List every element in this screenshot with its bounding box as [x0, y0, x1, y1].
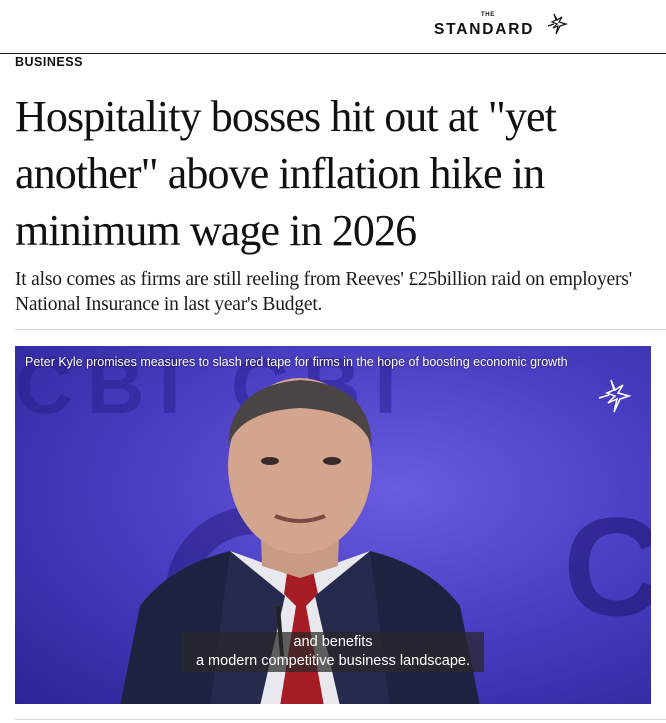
video-captions: and benefits a modern competitive busine… [182, 632, 484, 672]
article-standfirst: It also comes as firms are still reeling… [15, 269, 632, 315]
bottom-divider [15, 719, 666, 720]
video-background-letter: C [563, 488, 651, 645]
section-label[interactable]: BUSINESS [15, 55, 83, 69]
caption-line-1: and benefits [293, 634, 373, 650]
eros-logo-icon [547, 13, 568, 35]
caption-line-2: a modern competitive business landscape. [195, 653, 471, 669]
eros-watermark-icon [598, 379, 632, 413]
masthead: THE STANDARD [0, 0, 666, 54]
logo-the-text: THE [481, 12, 495, 18]
video-title: Peter Kyle promises measures to slash re… [25, 355, 568, 369]
standard-logo[interactable]: THE STANDARD [434, 12, 568, 42]
video-player[interactable]: CBI CBI C Peter Kyle promises measures t… [15, 346, 651, 704]
divider [15, 329, 666, 330]
article-headline: Hospitality bosses hit out at "yet anoth… [15, 92, 557, 255]
logo-wordmark: STANDARD [434, 21, 535, 38]
